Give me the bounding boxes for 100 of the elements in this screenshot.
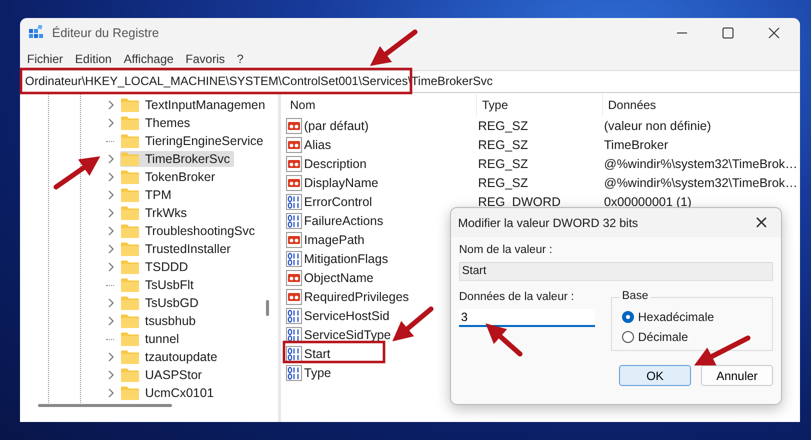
chevron-right-icon[interactable]: [108, 388, 114, 398]
folder-icon: [121, 260, 139, 274]
value-name[interactable]: ObjectName: [304, 270, 374, 284]
binary-value-icon: [286, 250, 302, 266]
folder-icon: [121, 206, 139, 220]
value-name[interactable]: Start: [304, 346, 330, 360]
folder-icon: [121, 170, 139, 184]
field-label: Nom de la valeur :: [459, 244, 554, 256]
chevron-right-icon[interactable]: [108, 226, 114, 236]
radio-button[interactable]: [622, 311, 634, 323]
value-data-field[interactable]: 3: [459, 309, 595, 327]
folder-icon: [121, 386, 139, 400]
tree-item[interactable]: UcmCx0101: [120, 385, 218, 401]
menu-item[interactable]: ?: [236, 52, 244, 66]
folder-icon: [121, 314, 139, 328]
tree-item[interactable]: TextInputManagemen: [120, 97, 270, 113]
binary-value-icon: [286, 364, 302, 380]
annotation-arrow: [54, 156, 100, 190]
tree-item[interactable]: TokenBroker: [120, 169, 220, 185]
menu-item[interactable]: Edition: [75, 52, 112, 66]
tree-item[interactable]: tzautoupdate: [120, 349, 222, 365]
tree-item[interactable]: TimeBrokerSvc: [120, 151, 234, 167]
value-name-field[interactable]: Start: [459, 262, 773, 281]
folder-icon: [121, 224, 139, 238]
cancel-button[interactable]: Annuler: [701, 365, 773, 386]
cube-grid-icon: [28, 25, 44, 41]
value-data: @%windir%\system32\TimeBrok…: [603, 156, 798, 170]
tree-item[interactable]: Themes: [120, 115, 194, 131]
chevron-right-icon[interactable]: [108, 244, 114, 254]
radio-button[interactable]: [622, 331, 634, 343]
chevron-right-icon[interactable]: [108, 100, 114, 110]
binary-value-icon: [286, 346, 302, 362]
tree-item[interactable]: tsusbhub: [120, 313, 200, 329]
tree-item[interactable]: TroubleshootingSvc: [120, 223, 260, 239]
value-data: TimeBroker: [603, 138, 668, 152]
chevron-right-icon[interactable]: [108, 262, 114, 272]
value-name[interactable]: Type: [304, 366, 332, 380]
tree-item[interactable]: TsUsbFlt: [120, 277, 198, 293]
close-button[interactable]: ×: [748, 212, 775, 233]
folder-icon: [121, 98, 139, 112]
group-label: Base: [620, 290, 650, 302]
column-header[interactable]: Type: [476, 94, 602, 116]
scrollbar-thumb[interactable]: [266, 300, 269, 316]
folder-icon: [121, 296, 139, 310]
menu-item[interactable]: Fichier: [27, 52, 64, 66]
chevron-right-icon[interactable]: [108, 352, 114, 362]
value-data: @%windir%\system32\TimeBrok…: [603, 176, 798, 190]
value-name[interactable]: FailureActions: [304, 214, 384, 228]
menu-item[interactable]: Favoris: [186, 52, 225, 66]
value-name[interactable]: ServiceSidType: [304, 328, 391, 342]
value-type: REG_SZ: [477, 176, 530, 190]
value-name[interactable]: ImagePath: [304, 232, 364, 246]
chevron-right-icon[interactable]: [108, 118, 114, 128]
field-label: Données de la valeur :: [459, 291, 576, 303]
tree-item[interactable]: TrkWks: [120, 205, 191, 221]
tree-item[interactable]: tunnel: [120, 331, 184, 347]
tree-item[interactable]: TrustedInstaller: [120, 241, 235, 257]
value-name[interactable]: RequiredPrivileges: [304, 290, 409, 304]
tree-item[interactable]: TSDDD: [120, 259, 192, 275]
radio-label[interactable]: Hexadécimale: [638, 310, 714, 324]
close-icon[interactable]: [768, 27, 780, 39]
value-data: (valeur non définie): [603, 118, 712, 132]
folder-icon: [121, 116, 139, 130]
value-type: REG_DWORD: [477, 194, 562, 208]
folder-icon: [121, 188, 139, 202]
value-name[interactable]: ErrorControl: [304, 194, 372, 208]
ok-button[interactable]: OK: [619, 365, 691, 386]
folder-icon: [121, 278, 139, 292]
chevron-right-icon[interactable]: [108, 190, 114, 200]
chevron-right-icon[interactable]: [108, 154, 114, 164]
menu-item[interactable]: Affichage: [124, 52, 174, 66]
scrollbar-thumb[interactable]: [38, 404, 172, 407]
chevron-right-icon[interactable]: [108, 172, 114, 182]
value-name[interactable]: (par défaut): [304, 118, 369, 132]
tree-item[interactable]: TPM: [120, 187, 176, 203]
value-name[interactable]: ServiceHostSid: [304, 308, 390, 322]
folder-icon: [121, 332, 139, 346]
column-header[interactable]: Données: [602, 94, 656, 116]
chevron-right-icon[interactable]: [108, 370, 114, 380]
value-name[interactable]: MitigationFlags: [304, 252, 388, 266]
chevron-right-icon[interactable]: [108, 298, 114, 308]
tree-item[interactable]: UASPStor: [120, 367, 206, 383]
tree-item[interactable]: TieringEngineService: [120, 133, 268, 149]
string-value-icon: [286, 136, 302, 152]
column-header[interactable]: Nom: [281, 94, 476, 116]
window-title: Éditeur du Registre: [52, 26, 160, 40]
value-name[interactable]: Alias: [304, 138, 332, 152]
annotation-arrow: [694, 336, 750, 366]
radio-label[interactable]: Décimale: [638, 330, 688, 344]
value-name[interactable]: DisplayName: [304, 176, 378, 190]
maximize-icon[interactable]: [722, 27, 734, 39]
annotation-arrow: [486, 323, 522, 356]
value-name[interactable]: Description: [304, 156, 367, 170]
string-value-icon: [286, 174, 302, 190]
string-value-icon: [286, 270, 302, 286]
chevron-right-icon[interactable]: [108, 208, 114, 218]
binary-value-icon: [286, 308, 302, 324]
chevron-right-icon[interactable]: [108, 316, 114, 326]
string-value-icon: [286, 156, 302, 172]
tree-item[interactable]: TsUsbGD: [120, 295, 202, 311]
